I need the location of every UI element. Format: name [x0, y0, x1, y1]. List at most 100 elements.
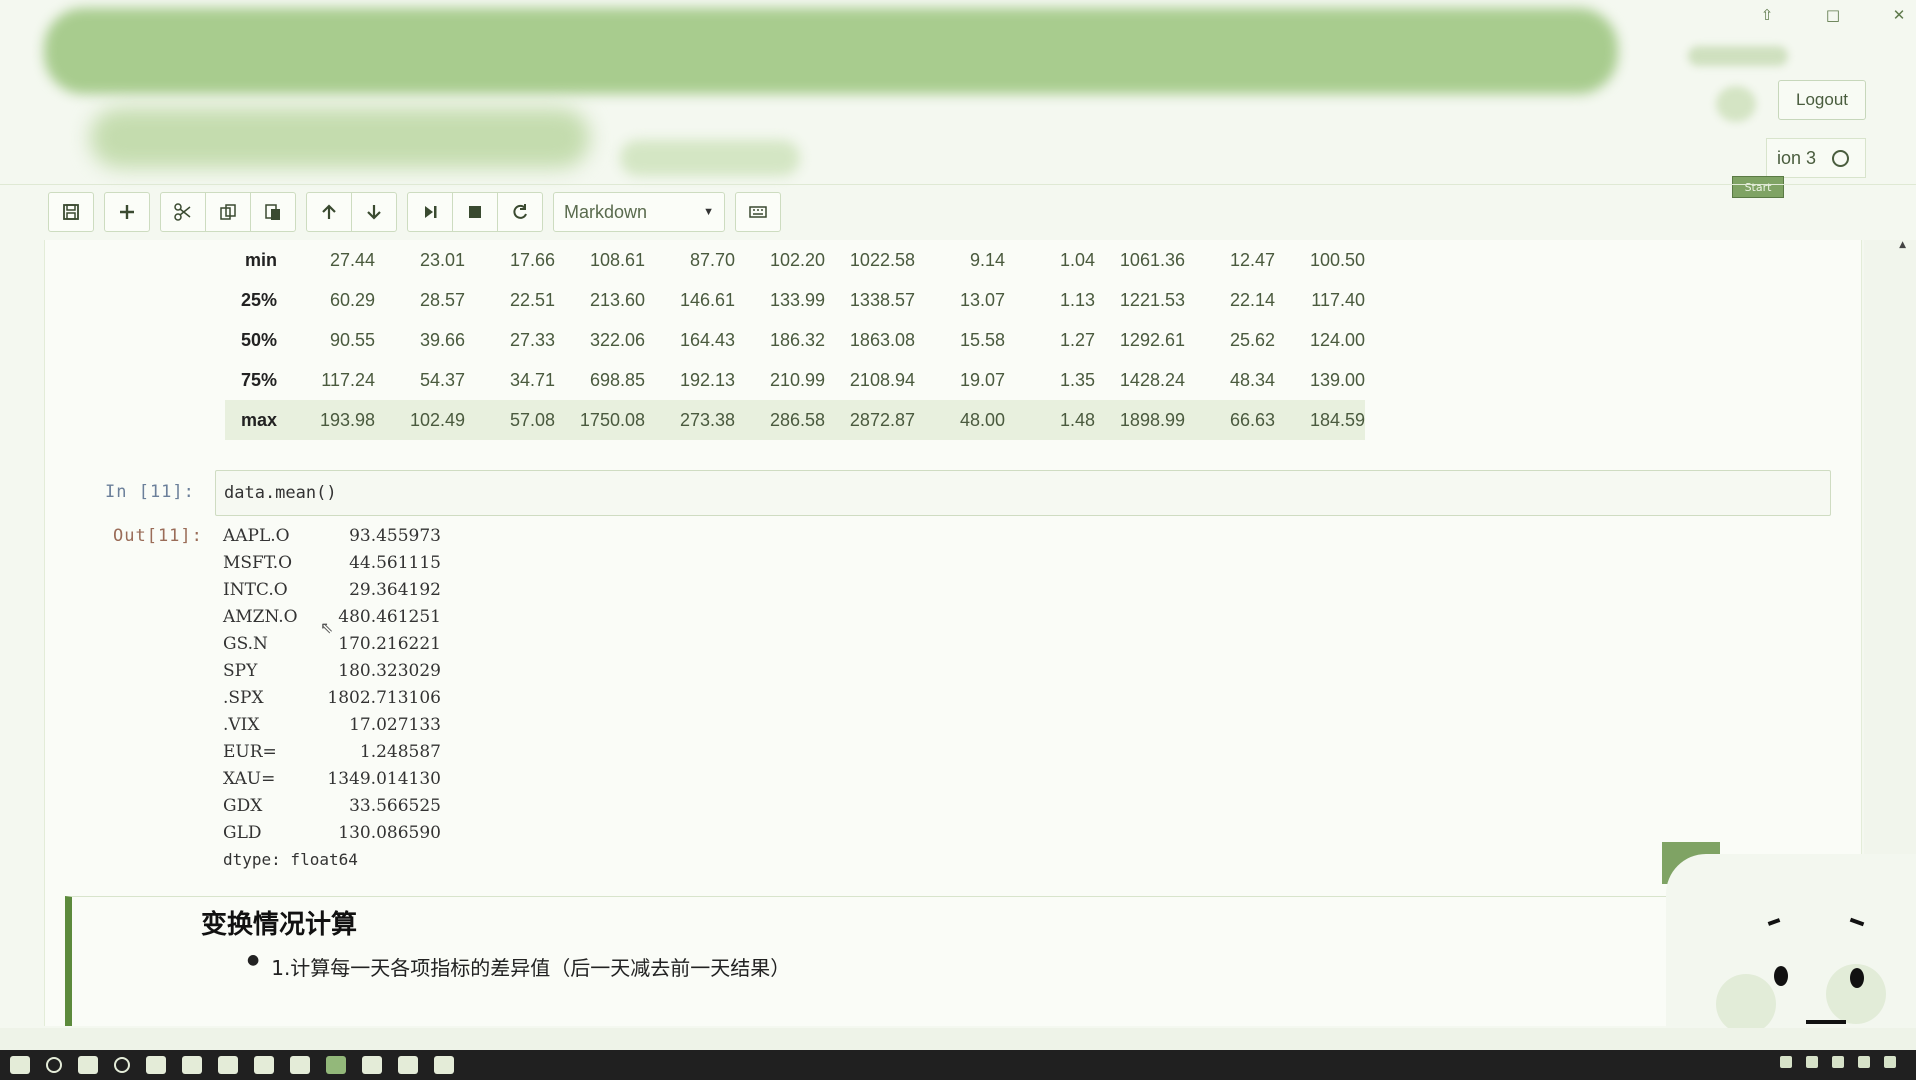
search-icon[interactable] — [46, 1057, 62, 1073]
kernel-indicator: ion 3 — [1766, 138, 1866, 178]
logout-button[interactable]: Logout — [1778, 80, 1866, 120]
browser-icon[interactable] — [114, 1057, 130, 1073]
app-icon[interactable] — [182, 1056, 202, 1074]
table-row: 75% 117.24 54.37 34.71 698.85 192.13 210.99 210… — [225, 360, 1365, 400]
start-menu-icon[interactable] — [10, 1056, 30, 1074]
insert-cell-button[interactable] — [104, 192, 150, 232]
output-row: SPY 180.323029 — [223, 657, 441, 684]
table-cell: 1292.61 — [1119, 329, 1185, 350]
close-icon[interactable]: ✕ — [1890, 6, 1908, 24]
mascot-cheek-left — [1716, 974, 1776, 1034]
output-row: MSFT.O 44.561115 — [223, 549, 441, 576]
table-cell: 286.58 — [735, 400, 825, 440]
copy-button[interactable] — [205, 192, 251, 232]
tray-icon[interactable] — [1832, 1056, 1844, 1068]
table-cell: 28.57 — [419, 289, 465, 310]
save-button[interactable] — [48, 192, 94, 232]
row-label: 75% — [240, 369, 277, 390]
app-icon[interactable] — [254, 1056, 274, 1074]
cell-type-select[interactable]: Markdown ▼ — [553, 192, 725, 232]
mascot-overlay — [1666, 854, 1916, 1054]
row-label: min — [244, 249, 277, 270]
interrupt-button[interactable] — [452, 192, 498, 232]
table-cell: 9.14 — [969, 249, 1005, 270]
table-cell: 1.27 — [1059, 329, 1095, 350]
table-cell: 17.66 — [509, 249, 555, 270]
refresh-icon — [513, 204, 527, 219]
move-down-button[interactable] — [351, 192, 397, 232]
notebook-toolbar: Markdown ▼ — [48, 192, 781, 232]
output-key: MSFT.O — [223, 552, 293, 573]
table-cell: 90.55 — [329, 329, 375, 350]
cell-type-value: Markdown — [564, 201, 648, 222]
cut-button[interactable] — [160, 192, 206, 232]
table-cell: 60.29 — [329, 289, 375, 310]
toolbar-divider — [0, 184, 1916, 185]
app-icon[interactable] — [434, 1056, 454, 1074]
table-cell: 146.61 — [679, 289, 735, 310]
table-cell: 184.59 — [1275, 400, 1365, 440]
table-row: max 193.98 102.49 57.08 1750.08 273.38 286.58 2… — [225, 400, 1365, 440]
app-icon[interactable] — [218, 1056, 238, 1074]
minimize-icon[interactable]: ⇧ — [1758, 6, 1776, 24]
paste-icon — [265, 204, 280, 220]
output-value: 1349.014130 — [327, 768, 441, 789]
tray-icon[interactable] — [1884, 1056, 1896, 1068]
output-row: AAPL.O 93.455973 — [223, 522, 441, 549]
table-cell: 273.38 — [645, 400, 735, 440]
step-forward-icon — [425, 206, 437, 218]
output-value: 1802.713106 — [327, 687, 441, 708]
table-cell: 2108.94 — [849, 369, 915, 390]
paste-button[interactable] — [250, 192, 296, 232]
task-view-icon[interactable] — [78, 1056, 98, 1074]
output-key: .VIX — [223, 714, 260, 735]
app-icon[interactable] — [398, 1056, 418, 1074]
output-row: EUR= 1.248587 — [223, 738, 441, 765]
restart-button[interactable] — [497, 192, 543, 232]
mascot-brow-right — [1849, 917, 1865, 927]
describe-table: min 27.44 23.01 17.66 108.61 87.70 102.20 1022.… — [225, 240, 1365, 440]
command-palette-button[interactable] — [735, 192, 781, 232]
notebook-title-area — [90, 108, 590, 168]
table-cell: 1338.57 — [849, 289, 915, 310]
row-label: max — [225, 400, 285, 440]
table-cell: 1.13 — [1059, 289, 1095, 310]
table-cell: 193.98 — [285, 400, 375, 440]
table-cell: 133.99 — [769, 289, 825, 310]
tray-icon[interactable] — [1780, 1056, 1792, 1068]
table-cell: 34.71 — [509, 369, 555, 390]
table-cell: 13.07 — [959, 289, 1005, 310]
table-cell: 66.63 — [1185, 400, 1275, 440]
table-cell: 213.60 — [589, 289, 645, 310]
table-cell: 1428.24 — [1119, 369, 1185, 390]
table-cell: 1898.99 — [1095, 400, 1185, 440]
start-badge[interactable]: Start — [1732, 176, 1784, 198]
app-icon[interactable] — [362, 1056, 382, 1074]
tray-icon[interactable] — [1858, 1056, 1870, 1068]
keyboard-icon — [749, 206, 767, 218]
move-up-button[interactable] — [306, 192, 352, 232]
output-row: .VIX 17.027133 — [223, 711, 441, 738]
app-icon[interactable] — [290, 1056, 310, 1074]
tray-icon[interactable] — [1806, 1056, 1818, 1068]
table-cell: 117.24 — [321, 369, 375, 390]
copy-icon — [220, 204, 236, 220]
active-app-icon[interactable] — [326, 1056, 346, 1074]
markdown-bullet-text: 1.计算每一天各项指标的差异值（后一天减去前一天结果） — [271, 956, 791, 980]
scroll-up-icon[interactable]: ▲ — [1899, 240, 1906, 250]
table-cell: 210.99 — [769, 369, 825, 390]
table-cell: 19.07 — [959, 369, 1005, 390]
output-value: 29.364192 — [349, 579, 441, 600]
maximize-icon[interactable]: □ — [1824, 6, 1842, 24]
table-row: min 27.44 23.01 17.66 108.61 87.70 102.20 1022.… — [225, 240, 1365, 280]
user-avatar[interactable] — [1716, 86, 1756, 122]
folder-icon[interactable] — [146, 1056, 166, 1074]
row-label: 50% — [240, 329, 277, 350]
scissors-icon — [174, 203, 191, 221]
table-cell: 100.50 — [1309, 249, 1365, 270]
code-cell-input[interactable]: data.mean() — [215, 470, 1831, 516]
kernel-name-label: ion 3 — [1777, 147, 1817, 168]
table-cell: 22.14 — [1229, 289, 1275, 310]
mouse-pointer-icon: ⇖ — [320, 618, 334, 637]
run-button[interactable] — [407, 192, 453, 232]
